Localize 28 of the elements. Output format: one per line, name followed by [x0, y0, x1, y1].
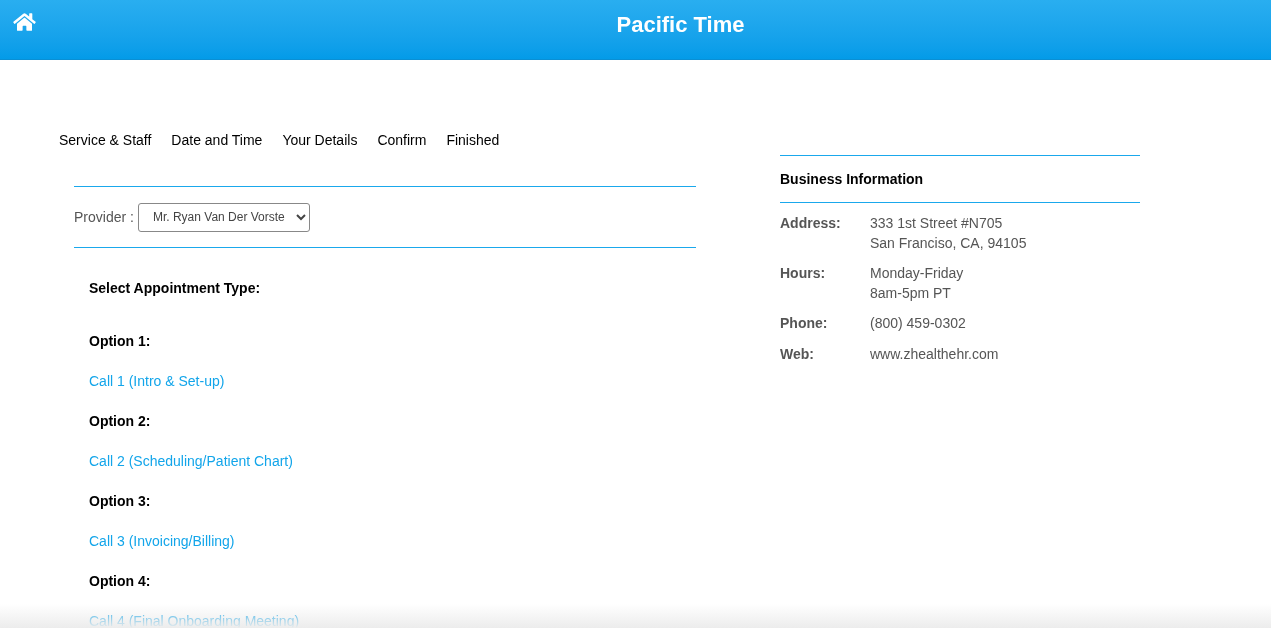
info-value: www.zhealthehr.com [870, 345, 999, 364]
info-value: 333 1st Street #N705 [870, 214, 1004, 233]
step-label: Finished [446, 131, 500, 150]
step-label: Confirm [377, 131, 427, 150]
step-label: Your Details [282, 131, 358, 150]
step-label: Date and Time [171, 131, 263, 150]
info-label: Phone: [780, 314, 829, 333]
business-title: Business Information [780, 169, 925, 189]
info-value: 8am-5pm PT [870, 284, 952, 303]
provider-select[interactable]: Mr. Ryan Van Der Vorste [137, 202, 310, 232]
info-label: Hours: [780, 264, 827, 283]
appointment-link[interactable]: Call 2 (Scheduling/Patient Chart) [89, 451, 293, 471]
section-heading: Select Appointment Type: [89, 279, 262, 298]
appointment-link[interactable]: Call 3 (Invoicing/Billing) [89, 531, 235, 551]
option-label: Option 4: [89, 572, 152, 591]
option-label: Option 2: [89, 412, 152, 431]
option-label: Option 3: [89, 492, 152, 511]
info-value: (800) 459-0302 [870, 314, 966, 333]
info-value: San Franciso, CA, 94105 [870, 234, 1027, 253]
appointment-link[interactable]: Call 1 (Intro & Set-up) [89, 371, 225, 391]
step-label: Service & Staff [59, 131, 152, 150]
info-value: Monday-Friday [870, 264, 964, 283]
home-icon[interactable] [13, 12, 36, 32]
provider-label: Provider : [74, 207, 134, 227]
header-title: Pacific Time [616, 11, 745, 39]
info-label: Web: [780, 345, 815, 364]
option-label: Option 1: [89, 332, 152, 351]
info-label: Address: [780, 214, 842, 233]
